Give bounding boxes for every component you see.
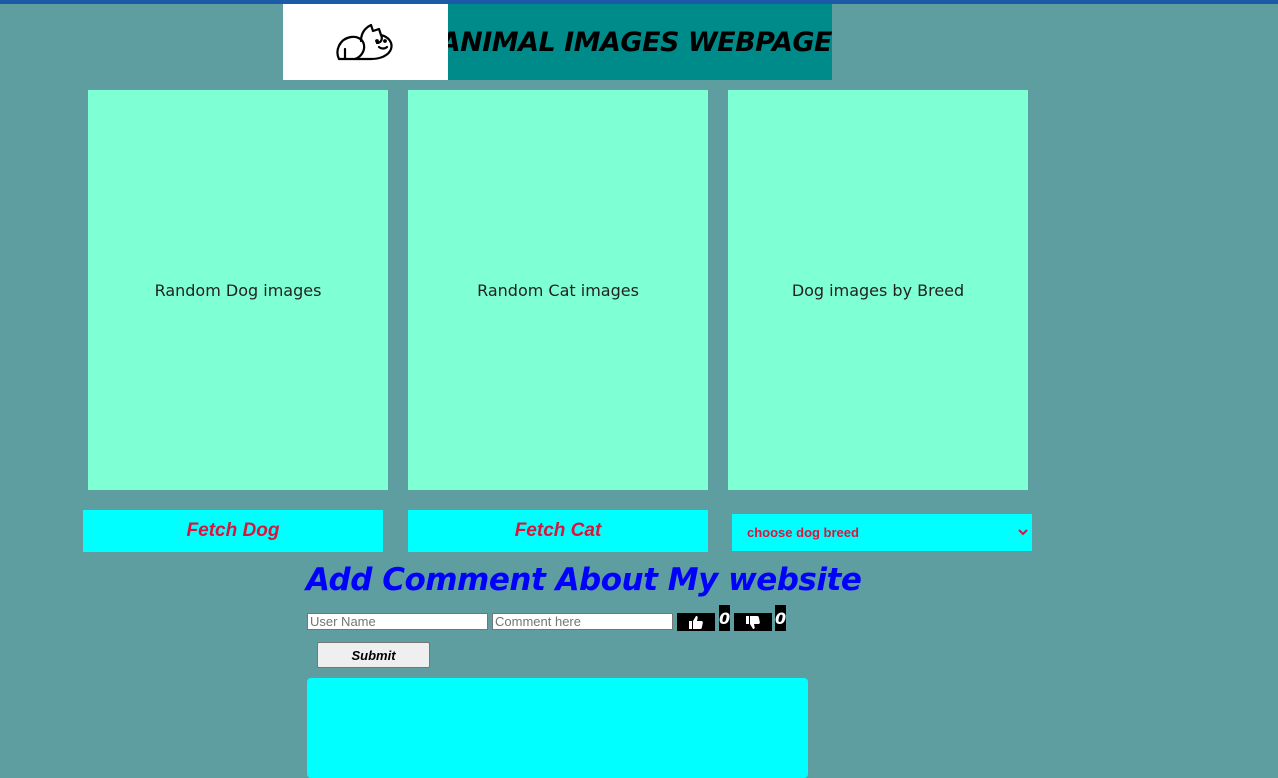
- like-button[interactable]: [677, 613, 715, 631]
- logo: [283, 4, 448, 80]
- dislike-count: 0: [775, 605, 786, 631]
- submit-button[interactable]: Submit: [317, 642, 430, 668]
- thumbs-down-icon: [746, 615, 760, 629]
- dog-panel-label: Random Dog images: [154, 280, 322, 300]
- fetch-dog-button[interactable]: Fetch Dog: [83, 510, 383, 552]
- dog-breed-select[interactable]: choose dog breed: [732, 514, 1032, 551]
- dislike-button[interactable]: [734, 613, 772, 631]
- page-header: ANIMAL IMAGES WEBPAGE: [283, 4, 832, 80]
- username-input[interactable]: [307, 613, 488, 630]
- breed-image-panel: Dog images by Breed: [728, 90, 1028, 490]
- fetch-cat-button[interactable]: Fetch Cat: [408, 510, 708, 552]
- comment-section-title: Add Comment About My website: [306, 562, 862, 598]
- cat-panel-label: Random Cat images: [477, 280, 639, 300]
- breed-panel-label: Dog images by Breed: [791, 280, 965, 300]
- cat-dog-logo-icon: [335, 23, 393, 61]
- title-banner: ANIMAL IMAGES WEBPAGE: [448, 4, 832, 80]
- comments-list: [307, 678, 808, 778]
- page-title: ANIMAL IMAGES WEBPAGE: [448, 26, 832, 58]
- comment-input[interactable]: [492, 613, 673, 630]
- dog-image-panel: Random Dog images: [88, 90, 388, 490]
- thumbs-up-icon: [689, 615, 703, 629]
- like-count: 0: [719, 605, 730, 631]
- cat-image-panel: Random Cat images: [408, 90, 708, 490]
